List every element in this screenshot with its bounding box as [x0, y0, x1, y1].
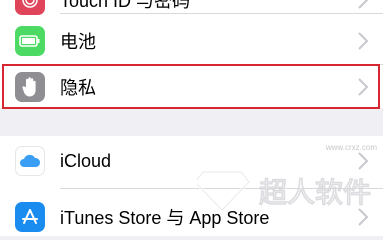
settings-row-label: Touch ID 与密码 — [60, 0, 191, 11]
cloud-icon — [15, 146, 45, 176]
watermark-logo: 超人软件 — [197, 170, 371, 213]
app-store-icon — [15, 202, 45, 232]
settings-row-label: 电池 — [60, 32, 96, 52]
watermark-url: www.crxz.com — [325, 143, 377, 152]
settings-row-label: 隐私 — [60, 78, 96, 98]
settings-row-privacy[interactable]: 隐私 — [0, 60, 383, 114]
chevron-right-icon — [358, 32, 369, 50]
chevron-right-icon — [358, 0, 369, 9]
settings-row-label: iCloud — [60, 150, 112, 171]
hand-icon — [15, 72, 45, 102]
fingerprint-icon — [15, 0, 45, 15]
chevron-right-icon — [358, 78, 369, 96]
battery-icon — [15, 26, 45, 56]
watermark-text: 超人软件 — [259, 176, 371, 209]
